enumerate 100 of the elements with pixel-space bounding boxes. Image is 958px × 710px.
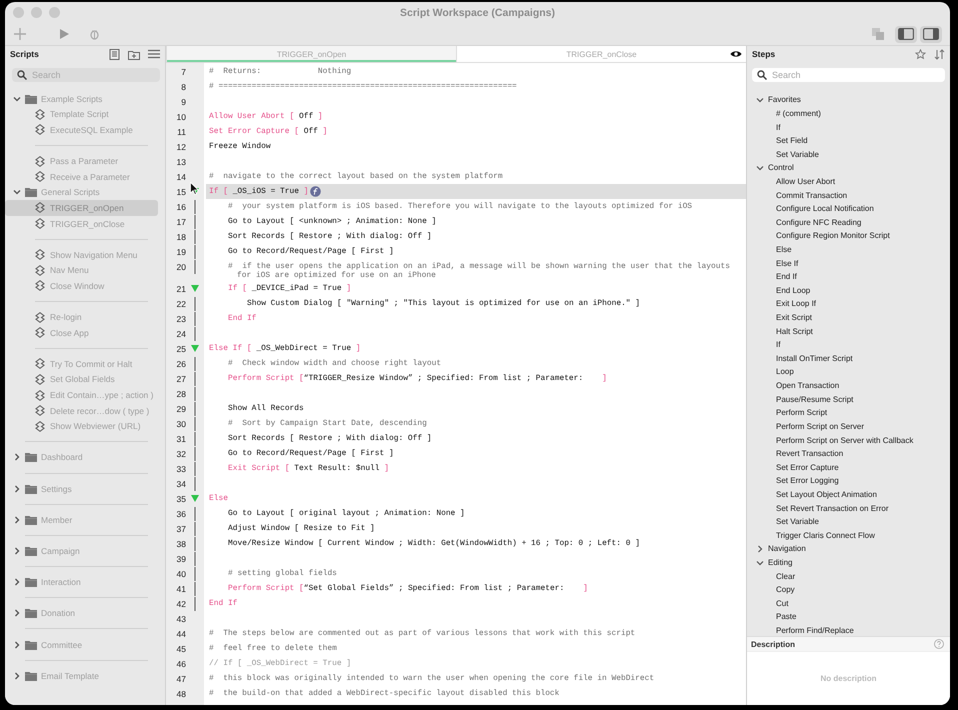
line-number: 34 (176, 478, 186, 488)
line-number: 35 (176, 494, 186, 504)
chevron-icon[interactable] (756, 544, 764, 553)
sort-icon[interactable] (934, 48, 945, 60)
script-icon (35, 405, 45, 416)
line-number: 48 (176, 688, 186, 698)
step-item[interactable]: Halt Script (776, 326, 813, 336)
chevron-icon[interactable] (756, 558, 764, 567)
folder-icon (25, 640, 37, 650)
chevron-icon[interactable] (13, 516, 21, 524)
script-icon (35, 390, 45, 401)
right-pane-toggle-button[interactable] (920, 26, 942, 42)
step-item[interactable]: Clear (776, 572, 796, 581)
script-icon (35, 264, 45, 276)
line-number: 32 (176, 448, 186, 458)
step-item[interactable]: Cut (776, 598, 788, 608)
step-item[interactable]: If (776, 122, 780, 132)
script-icon (35, 202, 45, 214)
step-item[interactable]: Configure NFC Reading (776, 218, 862, 227)
eye-icon[interactable] (730, 50, 742, 58)
chevron-icon[interactable] (13, 94, 21, 103)
step-item[interactable]: Set Variable (776, 150, 819, 159)
line-number: 20 (176, 262, 186, 272)
step-item[interactable]: Set Layout Object Animation (776, 490, 877, 499)
chevron-icon[interactable] (13, 640, 21, 649)
line-number: 42 (176, 598, 186, 608)
chevron-icon[interactable] (13, 547, 21, 556)
step-item[interactable]: Open Transaction (776, 381, 840, 390)
step-item[interactable]: Revert Transaction (776, 449, 844, 458)
script-icon (35, 108, 45, 120)
chevron-icon[interactable] (13, 672, 21, 680)
calculation-icon[interactable] (310, 186, 322, 197)
step-item[interactable]: Exit Script (776, 313, 812, 322)
step-category[interactable]: Favorites (768, 95, 801, 104)
folder-icon (25, 484, 37, 494)
chevron-icon[interactable] (13, 188, 21, 196)
step-category[interactable]: Navigation (768, 544, 806, 554)
step-item[interactable]: Loop (776, 367, 794, 376)
line-number: 21 (176, 284, 186, 294)
chevron-icon[interactable] (13, 578, 21, 586)
script-icon (35, 218, 45, 230)
line-number: 12 (176, 142, 186, 152)
script-icon (35, 249, 45, 260)
script-icon (35, 171, 45, 182)
step-item[interactable]: Install OnTimer Script (776, 354, 853, 363)
search-icon (757, 70, 767, 80)
step-item[interactable]: Perform Script (776, 408, 828, 418)
step-item[interactable]: End If (776, 272, 797, 282)
chevron-icon[interactable] (13, 484, 21, 493)
step-item[interactable]: Paste (776, 612, 796, 622)
list-icon[interactable] (148, 49, 160, 59)
step-item[interactable]: Allow User Abort (776, 176, 836, 186)
step-item[interactable]: Else If (776, 258, 798, 268)
line-number: 19 (176, 246, 186, 256)
script-icon (35, 327, 45, 338)
document-icon[interactable] (109, 48, 120, 60)
step-item[interactable]: Perform Find/Replace (776, 626, 854, 636)
step-item[interactable]: Commit Transaction (776, 190, 848, 200)
line-number: 24 (176, 328, 186, 338)
search-field[interactable]: Search (752, 68, 945, 82)
step-item[interactable]: If (776, 340, 780, 350)
step-item[interactable]: Set Field (776, 136, 808, 146)
chevron-icon[interactable] (756, 164, 764, 172)
line-number: 43 (176, 614, 186, 624)
step-item[interactable]: Else (776, 245, 792, 254)
step-item[interactable]: Trigger Claris Connect Flow (776, 530, 875, 540)
mouse-pointer-icon (190, 182, 199, 195)
step-item[interactable]: Configure Region Monitor Script (776, 231, 890, 240)
line-number: 10 (176, 112, 186, 122)
chevron-icon[interactable] (756, 96, 764, 104)
step-item[interactable]: Perform Script on Server (776, 422, 864, 431)
line-number: 15 (176, 186, 186, 196)
line-number: 31 (176, 434, 186, 444)
step-item[interactable]: Copy (776, 585, 795, 594)
step-item[interactable]: Exit Loop If (776, 299, 816, 308)
step-item[interactable]: Set Variable (776, 517, 819, 526)
script-icon (35, 358, 45, 370)
step-category[interactable]: Control (768, 163, 794, 172)
folder-icon (25, 670, 37, 681)
step-item[interactable]: Set Error Capture (776, 462, 839, 472)
step-item[interactable]: Perform Script on Server with Callback (776, 436, 914, 445)
step-item[interactable]: Pause/Resume Script (776, 394, 854, 404)
step-item[interactable]: End Loop (776, 286, 810, 295)
line-number: 46 (176, 658, 186, 668)
chevron-icon[interactable] (13, 453, 21, 462)
step-item[interactable]: Set Revert Transaction on Error (776, 504, 888, 513)
left-pane-toggle-button[interactable] (895, 26, 917, 42)
folder-icon (25, 187, 37, 198)
new-folder-icon[interactable] (128, 48, 140, 60)
step-category[interactable]: Editing (768, 558, 792, 568)
step-item[interactable]: Set Error Logging (776, 476, 839, 486)
folder-icon (25, 608, 37, 618)
step-item[interactable]: # (comment) (776, 108, 821, 118)
chevron-icon[interactable] (13, 609, 21, 618)
line-number: 13 (176, 156, 186, 166)
script-icon (35, 420, 45, 432)
line-number: 9 (180, 96, 186, 106)
step-item[interactable]: Configure Local Notification (776, 204, 874, 214)
star-icon[interactable] (915, 48, 926, 60)
script-icon (35, 374, 45, 385)
